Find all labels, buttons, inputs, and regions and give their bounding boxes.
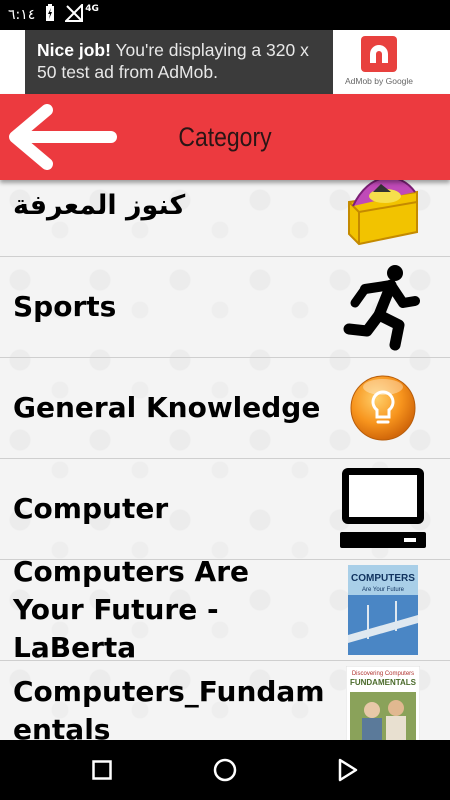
- runner-icon: [338, 262, 428, 352]
- triangle-icon: [339, 758, 358, 782]
- category-label: Computers Are Your Future - LaBerta: [13, 555, 250, 664]
- category-label: كنوز المعرفة: [13, 190, 186, 221]
- computer-icon: [338, 464, 428, 554]
- network-type: 4G: [85, 4, 99, 14]
- app-header: Category: [0, 94, 450, 180]
- recents-button[interactable]: [72, 740, 132, 800]
- book-cover-icon: COMPUTERS Are Your Future: [338, 565, 428, 655]
- category-label: Sports: [13, 290, 117, 323]
- category-label: Computers_Fundamentals: [13, 675, 325, 740]
- category-label: Computer: [13, 492, 169, 525]
- page-title: Category: [178, 121, 272, 152]
- treasure-icon: [338, 180, 428, 251]
- list-item[interactable]: General Knowledge: [0, 358, 450, 459]
- admob-caption: AdMob by Google: [344, 76, 414, 86]
- list-item[interactable]: Computer: [0, 459, 450, 560]
- ad-text: Nice job! You're displaying a 320 x 50 t…: [25, 30, 333, 94]
- list-item[interactable]: Computers Are Your Future - LaBerta COMP…: [0, 555, 450, 664]
- category-label: General Knowledge: [13, 391, 321, 424]
- list-item[interactable]: Computers_Fundamentals Discovering Compu…: [0, 661, 450, 740]
- ad-highlight: Nice job!: [37, 40, 111, 60]
- status-time: ٦:١٤: [8, 7, 36, 23]
- book-cover-subtitle: Discovering Computers: [352, 671, 414, 677]
- ad-banner[interactable]: Nice job! You're displaying a 320 x 50 t…: [25, 30, 425, 94]
- lightbulb-icon: [338, 363, 428, 453]
- status-bar: ٦:١٤ 4G: [0, 0, 450, 30]
- square-icon: [91, 760, 112, 780]
- book-cover-subtitle: Are Your Future: [362, 587, 405, 593]
- admob-icon: [361, 36, 397, 72]
- book-cover-title: COMPUTERS: [351, 573, 415, 584]
- back-nav-button[interactable]: [318, 740, 378, 800]
- list-item[interactable]: Sports: [0, 257, 450, 358]
- signal-icon: [63, 2, 84, 26]
- home-button[interactable]: [195, 740, 255, 800]
- circle-icon: [213, 758, 237, 782]
- book-cover-icon: Discovering Computers FUNDAMENTALS: [338, 666, 428, 740]
- admob-logo: AdMob by Google: [333, 30, 425, 94]
- battery-icon: [45, 4, 55, 26]
- list-item[interactable]: كنوز المعرفة: [0, 180, 450, 257]
- navigation-bar: [0, 740, 450, 800]
- category-list[interactable]: كنوز المعرفة Sports General Knowledge Co…: [0, 180, 450, 740]
- book-cover-title: FUNDAMENTALS: [350, 678, 417, 687]
